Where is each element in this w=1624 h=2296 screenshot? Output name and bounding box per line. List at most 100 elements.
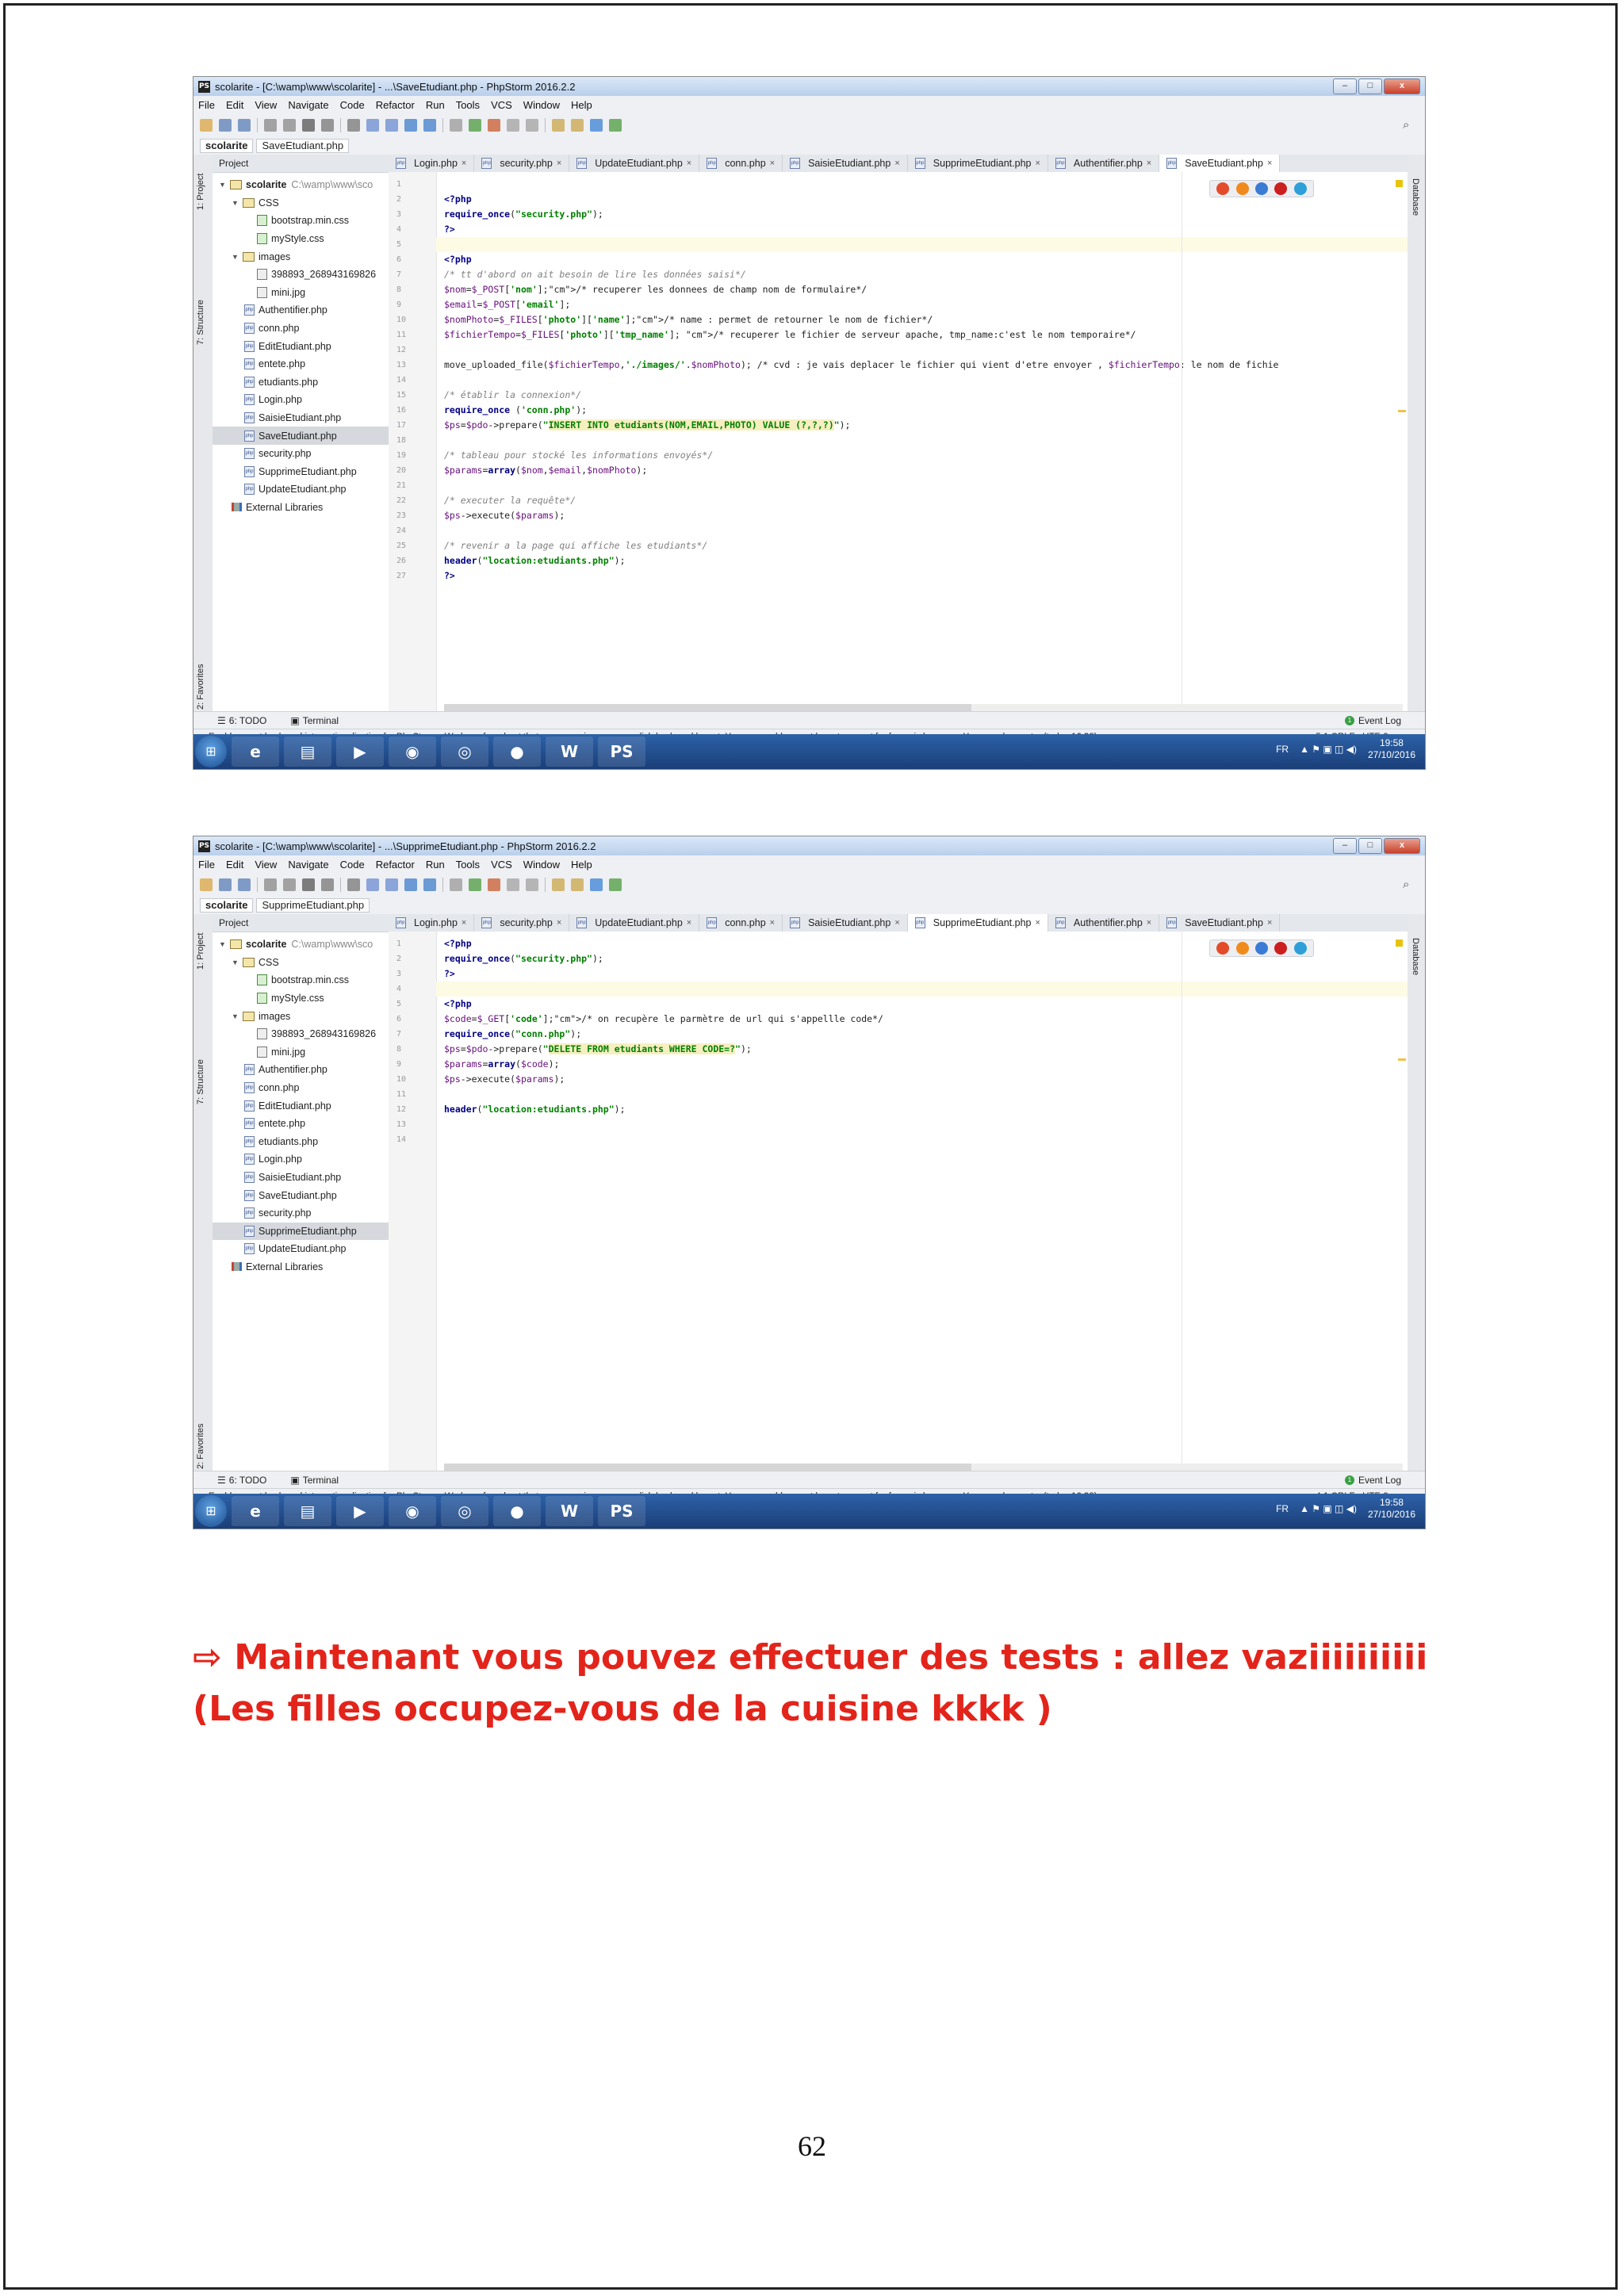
minimize-button[interactable]: – (1333, 78, 1357, 94)
side-tab-2[interactable]: 7: Structure (196, 1059, 205, 1104)
menu-file[interactable]: File (198, 99, 215, 111)
menu-help[interactable]: Help (571, 859, 592, 871)
terminal-tool-button[interactable]: ▣ Terminal (290, 1475, 339, 1486)
menu-vcs[interactable]: VCS (491, 99, 512, 111)
tree-item[interactable]: php etudiants.php (213, 1133, 389, 1151)
tree-item[interactable]: php EditEtudiant.php (213, 1096, 389, 1115)
menu-refactor[interactable]: Refactor (376, 859, 415, 871)
app-icon[interactable]: ◎ (441, 1496, 488, 1526)
tree-item[interactable]: myStyle.css (213, 230, 389, 248)
tree-item[interactable]: php EditEtudiant.php (213, 337, 389, 355)
menu-vcs[interactable]: VCS (491, 859, 512, 871)
tree-item[interactable]: php security.php (213, 445, 389, 463)
toolbar-button-12[interactable] (423, 878, 436, 891)
tab-updateetudiant[interactable]: php UpdateEtudiant.php × (569, 155, 700, 172)
tab-security[interactable]: php security.php × (474, 914, 570, 932)
toolbar-button-7[interactable] (321, 119, 334, 132)
toolbar-button-19[interactable] (571, 878, 584, 891)
expand-arrow-icon[interactable]: ▼ (232, 199, 243, 207)
tab-saveetudiant[interactable]: php SaveEtudiant.php × (1159, 155, 1281, 172)
toolbar-button-4[interactable] (264, 878, 277, 891)
search-icon[interactable]: ⌕ (1403, 119, 1415, 132)
tree-item[interactable]: ▼ images (213, 247, 389, 266)
toolbar-button-21[interactable] (609, 119, 622, 132)
close-tab-icon[interactable]: × (557, 914, 561, 932)
toolbar-button-3[interactable] (238, 119, 251, 132)
breadcrumb-project[interactable]: scolarite (200, 898, 254, 913)
menu-view[interactable]: View (255, 859, 277, 871)
toolbar-button-18[interactable] (552, 119, 565, 132)
breadcrumb-file[interactable]: SaveEtudiant.php (256, 139, 350, 153)
todo-tool-button[interactable]: ☰ 6: TODO (217, 1475, 266, 1486)
close-tab-icon[interactable]: × (894, 914, 899, 932)
toolbar-button-11[interactable] (404, 119, 417, 132)
tab-conn[interactable]: php conn.php × (699, 914, 783, 932)
menu-view[interactable]: View (255, 99, 277, 111)
toolbar-button-2[interactable] (219, 878, 232, 891)
toolbar-button-17[interactable] (526, 119, 538, 132)
close-tab-icon[interactable]: × (1267, 155, 1272, 172)
toolbar-button-14[interactable] (469, 119, 481, 132)
start-button[interactable]: ⊞ (195, 1495, 227, 1527)
toolbar-button-2[interactable] (219, 119, 232, 132)
menu-run[interactable]: Run (426, 99, 445, 111)
expand-arrow-icon[interactable]: ▼ (232, 253, 243, 261)
menu-tools[interactable]: Tools (456, 859, 480, 871)
tree-item[interactable]: php SaisieEtudiant.php (213, 409, 389, 427)
toolbar-button-7[interactable] (321, 878, 334, 891)
close-tab-icon[interactable]: × (1147, 155, 1151, 172)
minimize-button[interactable]: – (1333, 838, 1357, 854)
toolbar-button-8[interactable] (347, 119, 360, 132)
side-tab-1[interactable]: 1: Project (196, 174, 205, 210)
tab-supprimeetudiant[interactable]: php SupprimeEtudiant.php × (907, 914, 1048, 932)
firefox-icon[interactable] (1235, 942, 1249, 955)
tree-item[interactable]: php Login.php (213, 391, 389, 409)
close-tab-icon[interactable]: × (687, 914, 691, 932)
explorer-icon[interactable]: ▤ (284, 737, 331, 767)
opera-icon[interactable] (1274, 182, 1288, 195)
side-tab-3[interactable]: 2: Favorites (196, 664, 205, 710)
code-area[interactable]: <?php require_once("security.php"); ?> <?ph… (436, 932, 1408, 1471)
menu-navigate[interactable]: Navigate (288, 859, 328, 871)
maximize-button[interactable]: □ (1358, 838, 1382, 854)
tree-item[interactable]: bootstrap.min.css (213, 212, 389, 230)
tree-item[interactable]: ▼ scolarite C:\wamp\www\sco (213, 176, 389, 194)
tab-authentifier[interactable]: php Authentifier.php × (1048, 914, 1160, 932)
side-tab-database[interactable]: Database (1411, 938, 1420, 975)
media-player-icon[interactable]: ▶ (336, 1496, 384, 1526)
close-tab-icon[interactable]: × (557, 155, 561, 172)
tree-item[interactable]: php conn.php (213, 1079, 389, 1097)
close-tab-icon[interactable]: × (894, 155, 899, 172)
menu-tools[interactable]: Tools (456, 99, 480, 111)
chrome-icon[interactable]: ◉ (389, 737, 436, 767)
firefox-icon[interactable]: ● (493, 737, 541, 767)
toolbar-button-5[interactable] (283, 878, 296, 891)
firefox-icon[interactable]: ● (493, 1496, 541, 1526)
project-view-selector[interactable]: Project (219, 158, 248, 169)
todo-tool-button[interactable]: ☰ 6: TODO (217, 715, 266, 726)
breadcrumb-file[interactable]: SupprimeEtudiant.php (256, 898, 370, 913)
explorer-icon[interactable]: ▤ (284, 1496, 331, 1526)
tree-item[interactable]: php entete.php (213, 355, 389, 373)
toolbar-button-10[interactable] (385, 878, 398, 891)
tree-item[interactable]: mini.jpg (213, 284, 389, 302)
toolbar-button-1[interactable] (200, 119, 213, 132)
safari-icon[interactable] (1254, 182, 1268, 195)
menu-file[interactable]: File (198, 859, 215, 871)
toolbar-button-15[interactable] (488, 878, 500, 891)
toolbar-button-6[interactable] (302, 878, 315, 891)
ie-icon[interactable]: e (232, 737, 279, 767)
ie-icon[interactable] (1293, 182, 1307, 195)
menu-edit[interactable]: Edit (226, 99, 243, 111)
clock[interactable]: 19:58 27/10/2016 (1368, 1497, 1415, 1521)
tree-item[interactable]: php UpdateEtudiant.php (213, 1240, 389, 1258)
start-button[interactable]: ⊞ (195, 736, 227, 767)
toolbar-button-6[interactable] (302, 119, 315, 132)
tab-login[interactable]: php Login.php × (389, 155, 475, 172)
word-icon[interactable]: W (546, 1496, 593, 1526)
event-log-button[interactable]: 1 Event Log (1344, 715, 1401, 726)
close-tab-icon[interactable]: × (462, 155, 466, 172)
toolbar-button-20[interactable] (590, 119, 603, 132)
menu-refactor[interactable]: Refactor (376, 99, 415, 111)
tree-item[interactable]: php Login.php (213, 1150, 389, 1169)
